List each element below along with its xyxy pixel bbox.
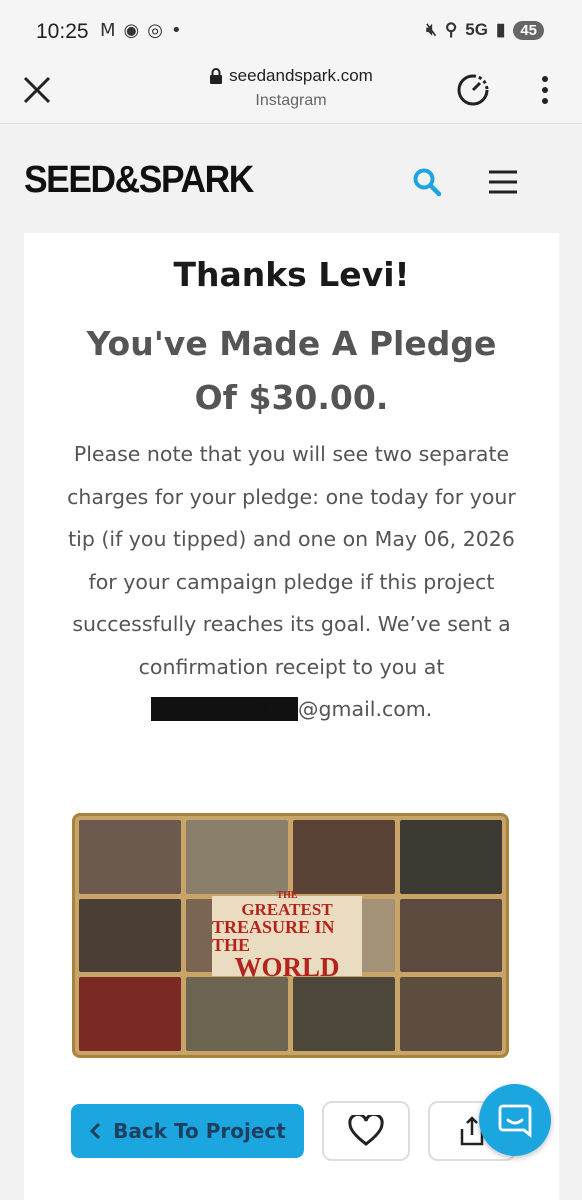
gmail-icon: M: [100, 20, 116, 41]
pledge-line-1: You've Made A Pledge: [86, 324, 497, 363]
url-block[interactable]: seedandspark.com Instagram: [0, 66, 582, 110]
battery-indicator: 45: [513, 20, 544, 40]
poster-photo: [400, 898, 502, 973]
poster-photo: [400, 977, 502, 1051]
notification-icons: M ◉ ◎ •: [100, 20, 182, 41]
hamburger-menu-icon[interactable]: [488, 169, 518, 195]
chevron-left-icon: [90, 1122, 101, 1140]
redacted-email-user: levirussow187: [150, 697, 299, 721]
instagram-icon: ◎: [147, 20, 163, 41]
back-to-project-button[interactable]: Back To Project: [71, 1104, 304, 1158]
browser-bar: seedandspark.com Instagram: [0, 62, 582, 124]
project-poster[interactable]: THE GREATEST TREASURE IN THE WORLD: [72, 813, 509, 1058]
poster-photo: [293, 820, 395, 894]
speed-icon[interactable]: [455, 72, 491, 108]
poster-photo: [293, 977, 395, 1051]
mute-icon: 🔇︎: [426, 20, 437, 39]
seed-and-spark-logo[interactable]: SEED&SPARK: [24, 159, 254, 202]
note-text: Please note that you will see two separa…: [67, 442, 516, 679]
back-to-project-label: Back To Project: [113, 1119, 286, 1143]
location-icon: ⚲: [444, 20, 458, 39]
poster-photo: [79, 898, 181, 973]
status-time: 10:25: [36, 20, 89, 43]
lock-icon: [210, 68, 223, 84]
favorite-button[interactable]: [322, 1101, 410, 1161]
signal-icon: ▮: [495, 20, 506, 39]
search-icon[interactable]: [412, 167, 442, 197]
poster-photo: [79, 977, 181, 1051]
url-text: seedandspark.com: [229, 66, 373, 85]
confirmation-card: Thanks Levi! You've Made A Pledge Of $30…: [24, 233, 559, 1200]
site-header: SEED&SPARK: [0, 125, 582, 233]
dot-icon: •: [170, 20, 182, 41]
status-bar: 10:25 M ◉ ◎ • 🔇︎ ⚲ 5G ▮ 45: [0, 0, 582, 62]
pledge-heading: You've Made A Pledge Of $30.00.: [44, 317, 539, 425]
pledge-note: Please note that you will see two separa…: [64, 433, 519, 731]
system-icons: 🔇︎ ⚲ 5G ▮ 45: [426, 20, 544, 40]
heart-icon: [348, 1115, 384, 1146]
more-options-icon[interactable]: [538, 74, 552, 106]
pledge-line-2: Of $30.00.: [194, 378, 389, 417]
chat-icon: [498, 1104, 532, 1138]
messenger-icon: ◉: [123, 20, 140, 41]
network-label: 5G: [465, 20, 488, 39]
poster-photo: [400, 820, 502, 894]
thanks-heading: Thanks Levi!: [173, 255, 410, 294]
chat-support-button[interactable]: [479, 1084, 551, 1156]
poster-title: THE GREATEST TREASURE IN THE WORLD: [212, 891, 362, 981]
email-domain: @gmail.com.: [298, 697, 433, 721]
poster-photo: [186, 820, 288, 894]
poster-photo: [186, 977, 288, 1051]
poster-photo: [79, 820, 181, 894]
url-source: Instagram: [255, 92, 327, 109]
